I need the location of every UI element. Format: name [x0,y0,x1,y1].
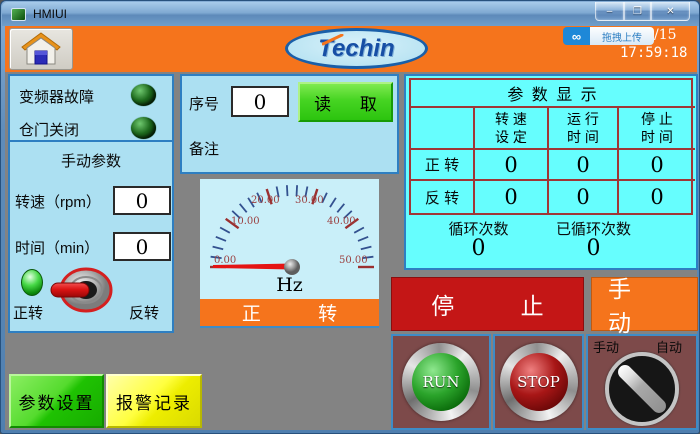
stop-push-panel: STOP [493,334,584,430]
gauge-face: 0.00 10.00 20.00 30.00 40.00 50.00 Hz [200,179,379,299]
window-controls: – ❐ ✕ [595,2,690,21]
run-push-button[interactable]: RUN [402,343,480,421]
share-icon: ∞ [563,27,590,45]
logo-swoosh-icon [322,34,344,46]
maximize-button[interactable]: ❐ [624,2,651,21]
col-header-speed: 转 速 设 定 [475,108,549,150]
speed-label: 转速（rpm） [15,191,101,212]
corner-cell [411,108,475,150]
clock: 17:59:18 [620,45,687,61]
alarm-record-button[interactable]: 报警记录 [106,374,202,428]
gauge-tick-30: 30.00 [295,195,324,206]
row-label-forward: 正 转 [411,150,475,181]
rotary-manual-label: 手动 [593,337,619,356]
serial-label: 序号 [189,93,219,114]
inverter-fault-label: 变频器故障 [19,86,94,107]
run-push-panel: RUN [391,334,491,430]
cell-rev-runtime: 0 [549,181,619,213]
gauge-tick-50: 50.00 [339,255,368,266]
frequency-gauge: 0.00 10.00 20.00 30.00 40.00 50.00 Hz 正 … [200,179,379,328]
status-panel: 变频器故障 仓门关闭 [8,74,174,142]
home-icon [21,32,61,66]
cell-rev-stoptime: 0 [619,181,695,213]
param-table: 参 数 显 示 转 速 设 定 运 行 时 间 停 止 时 间 正 转 0 0 … [409,78,693,215]
rotary-selector-switch[interactable] [605,352,679,426]
gauge-tick-40: 40.00 [327,216,356,227]
direction-toggle-switch[interactable] [50,266,120,313]
gauge-hub [284,259,300,275]
cell-fwd-stoptime: 0 [619,150,695,181]
gauge-tick-20: 20.00 [251,195,280,206]
gauge-tick-10: 10.00 [231,216,260,227]
forward-run-led [21,269,43,296]
gauge-tick-0: 0.00 [214,255,236,266]
titlebar: HMIUI – ❐ ✕ [2,2,699,26]
forward-label: 正转 [13,302,43,323]
cycled-count-value: 0 [521,236,666,261]
row-label-reverse: 反 转 [411,181,475,213]
param-table-title: 参 数 显 示 [411,80,695,108]
minimize-button[interactable]: – [595,2,624,21]
col-header-stoptime: 停 止 时 间 [619,108,695,150]
rotary-auto-label: 自动 [656,337,682,356]
inverter-fault-led [131,84,156,106]
cell-fwd-speed: 0 [475,150,549,181]
door-closed-label: 仓门关闭 [19,119,79,140]
app-window: HMIUI – ❐ ✕ Techin ∞ 拖拽上传 /15 17:59:18 变… [0,0,700,434]
window-title: HMIUI [33,7,67,21]
param-settings-button[interactable]: 参数设置 [9,374,104,428]
cell-rev-speed: 0 [475,181,549,213]
read-button[interactable]: 读 取 [298,82,393,122]
speed-input[interactable] [113,186,171,215]
cell-fwd-runtime: 0 [549,150,619,181]
time-label: 时间（min） [15,237,99,258]
page-indicator: /15 [654,27,677,43]
upload-label: 拖拽上传 [590,27,654,45]
upload-badge[interactable]: ∞ 拖拽上传 [563,27,654,45]
col-header-runtime: 运 行 时 间 [549,108,619,150]
manual-mode-button[interactable]: 手 动 [591,277,698,331]
techin-logo: Techin [285,28,428,69]
door-closed-led [131,117,156,139]
stop-command-button[interactable]: 停 止 [391,277,584,331]
mode-banner: 正 转 [200,299,379,326]
manual-param-title: 手动参数 [10,150,172,171]
param-display-panel: 参 数 显 示 转 速 设 定 运 行 时 间 停 止 时 间 正 转 0 0 … [404,74,698,270]
rotary-lever [615,362,669,416]
close-button[interactable]: ✕ [651,2,690,21]
app-icon [11,8,26,21]
home-button[interactable] [9,28,73,70]
serial-input[interactable] [231,86,289,117]
manual-param-panel: 手动参数 转速（rpm） 时间（min） 正转 反转 [8,140,174,333]
gauge-unit: Hz [200,274,379,296]
time-input[interactable] [113,232,171,261]
remark-label: 备注 [189,138,219,159]
reverse-label: 反转 [129,302,159,323]
stop-push-button[interactable]: STOP [500,343,578,421]
